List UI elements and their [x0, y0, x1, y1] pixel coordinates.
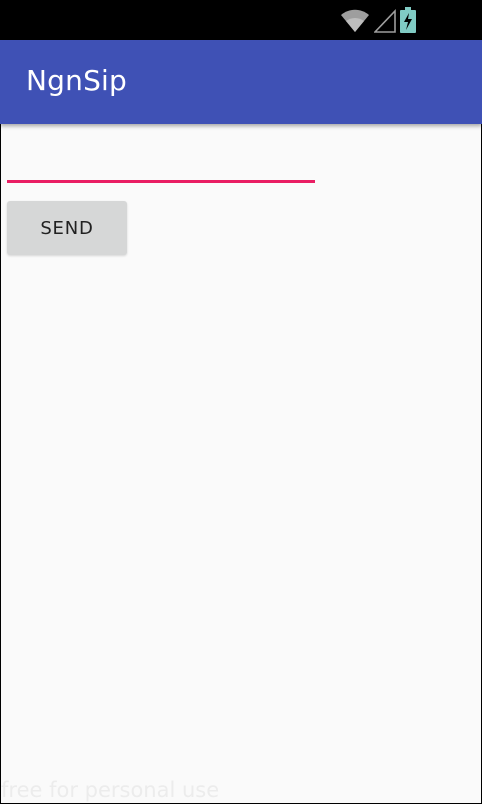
cell-signal-icon	[374, 9, 396, 33]
app-toolbar: NgnSip	[0, 40, 482, 124]
main-content: SEND	[1, 124, 481, 803]
app-screen: NgnSip SEND free for personal use	[0, 0, 482, 804]
app-title: NgnSip	[26, 64, 127, 97]
status-icons	[340, 7, 416, 33]
send-button[interactable]: SEND	[7, 201, 127, 255]
battery-charging-icon	[400, 7, 416, 33]
wifi-icon	[340, 9, 370, 33]
status-bar	[0, 0, 482, 40]
message-input[interactable]	[7, 146, 315, 183]
watermark-text: free for personal use	[1, 778, 220, 802]
